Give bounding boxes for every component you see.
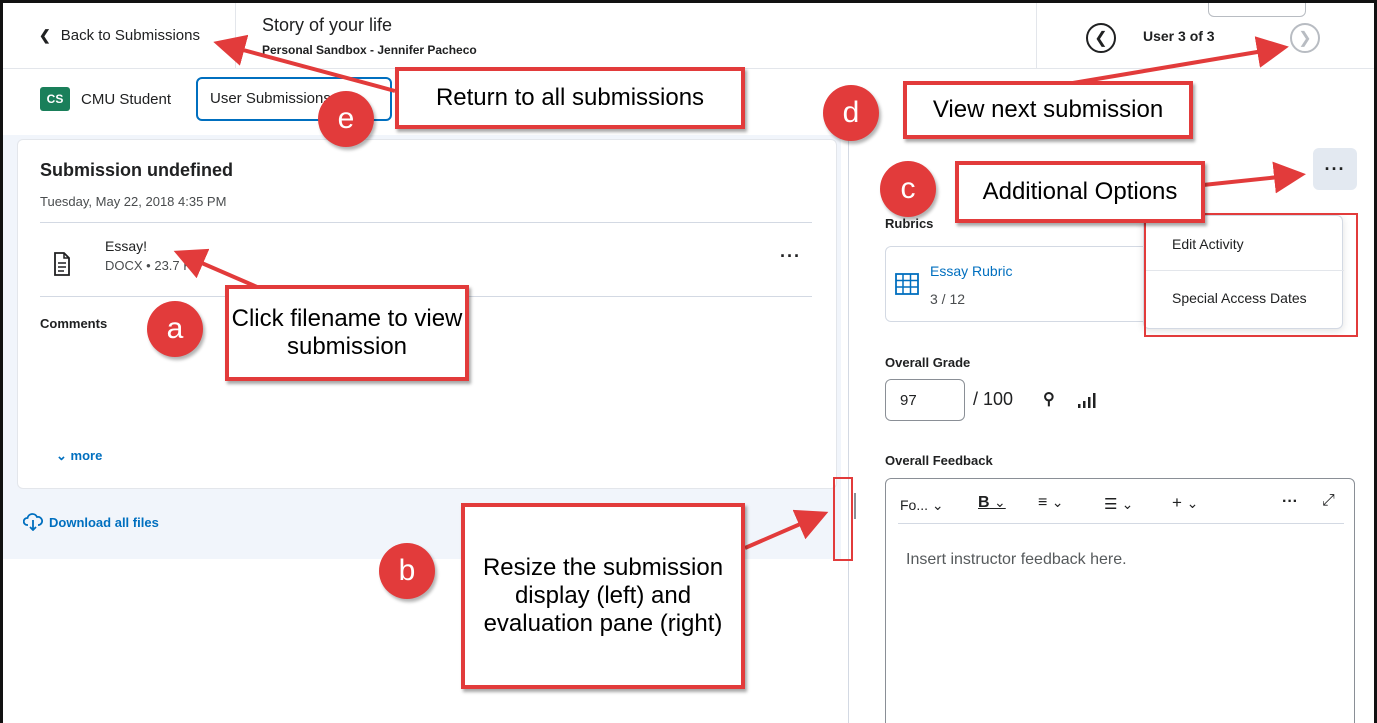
badge-e: e (318, 91, 374, 147)
callout-e: Return to all submissions (395, 67, 745, 129)
arrow-c (1202, 161, 1306, 194)
more-label: more (70, 448, 103, 463)
file-size: 23.7 KB (154, 258, 201, 273)
callout-c: Additional Options (955, 161, 1205, 223)
chevron-left-icon: ❮ (1094, 30, 1108, 47)
back-to-submissions-link[interactable]: ❮ Back to Submissions (39, 27, 200, 44)
pane-divider (848, 135, 849, 723)
grade-out-of: / 100 (973, 389, 1014, 409)
additional-options-button[interactable]: ··· (1313, 148, 1357, 190)
chevron-down-icon: ⌄ (56, 448, 67, 463)
more-toggle[interactable]: ⌄ more (56, 448, 102, 464)
feedback-editor[interactable]: Fo... ⌄ B ⌄ ≡ ⌄ ☰ ⌄ + ⌄ ··· ⤢ Insert ins… (885, 478, 1355, 723)
document-icon (54, 252, 70, 276)
download-label: Download all files (49, 514, 159, 530)
file-meta: DOCX • 23.7 KB (105, 258, 201, 273)
callout-a: Click filename to view submission (225, 285, 469, 381)
fullscreen-icon[interactable]: ⤢ (1322, 492, 1335, 510)
chevron-right-icon: ❯ (1298, 30, 1312, 47)
insert-dropdown[interactable]: + ⌄ (1172, 493, 1198, 513)
rubric-card[interactable]: Essay Rubric 3 / 12 (885, 246, 1165, 322)
more-tools-icon[interactable]: ··· (1282, 493, 1298, 511)
divider (40, 222, 812, 223)
insert-icon: + (1172, 493, 1182, 512)
next-user-button[interactable]: ❯ (1290, 23, 1320, 53)
header-divider (235, 3, 236, 69)
file-options-icon[interactable]: ··· (780, 246, 801, 267)
header-divider (1036, 3, 1037, 69)
back-label: Back to Submissions (60, 27, 200, 44)
list-icon: ☰ (1104, 496, 1118, 513)
overall-grade-label: Overall Grade (885, 355, 971, 370)
align-dropdown[interactable]: ≡ ⌄ (1038, 494, 1064, 512)
bold-label: B (978, 494, 990, 511)
top-bar: ❮ Back to Submissions Story of your life… (3, 3, 1374, 69)
list-dropdown[interactable]: ☰ ⌄ (1104, 495, 1133, 513)
key-icon[interactable]: ⚲ (1043, 389, 1055, 409)
editor-toolbar: Fo... ⌄ B ⌄ ≡ ⌄ ☰ ⌄ + ⌄ ··· ⤢ (898, 491, 1344, 521)
overall-grade-input[interactable]: 97 (885, 379, 965, 421)
rubric-score: 3 / 12 (930, 291, 966, 307)
font-dropdown[interactable]: Fo... ⌄ (900, 497, 944, 514)
page-title: Story of your life (262, 15, 393, 35)
rubric-grid-icon (895, 273, 919, 295)
badge-c: c (880, 161, 936, 217)
previous-user-button[interactable]: ❮ (1086, 23, 1116, 53)
file-type: DOCX (105, 258, 143, 273)
resize-highlight (833, 477, 853, 561)
user-count: User 3 of 3 (1143, 28, 1215, 44)
chevron-left-icon: ❮ (39, 27, 51, 43)
editor-divider (898, 523, 1344, 524)
signal-bars-icon[interactable] (1077, 391, 1099, 409)
bold-dropdown[interactable]: B ⌄ (978, 494, 1006, 512)
callout-d: View next submission (903, 81, 1193, 139)
badge-b: b (379, 543, 435, 599)
badge-a: a (147, 301, 203, 357)
file-name-link[interactable]: Essay! (105, 238, 147, 254)
menu-highlight (1144, 213, 1358, 337)
submission-title: Submission undefined (40, 160, 234, 180)
submission-date: Tuesday, May 22, 2018 4:35 PM (40, 194, 227, 209)
screenshot-frame: ❮ Back to Submissions Story of your life… (0, 0, 1377, 723)
feedback-placeholder: Insert instructor feedback here. (906, 551, 1127, 568)
align-icon: ≡ (1038, 494, 1048, 511)
callout-b: Resize the submission display (left) and… (461, 503, 745, 689)
user-name: CMU Student (81, 91, 172, 108)
comments-label: Comments (40, 316, 108, 331)
overall-feedback-label: Overall Feedback (885, 453, 993, 468)
rubric-name-link[interactable]: Essay Rubric (930, 263, 1012, 279)
font-label: Fo... (900, 497, 929, 513)
rubrics-label: Rubrics (885, 216, 934, 231)
cloud-download-icon (23, 513, 43, 531)
page-subtitle: Personal Sandbox - Jennifer Pacheco (262, 43, 477, 57)
badge-d: d (823, 85, 879, 141)
top-dropdown-stub[interactable] (1208, 3, 1306, 17)
download-all-files-link[interactable]: Download all files (23, 513, 159, 531)
user-initials-badge: CS (40, 87, 70, 111)
